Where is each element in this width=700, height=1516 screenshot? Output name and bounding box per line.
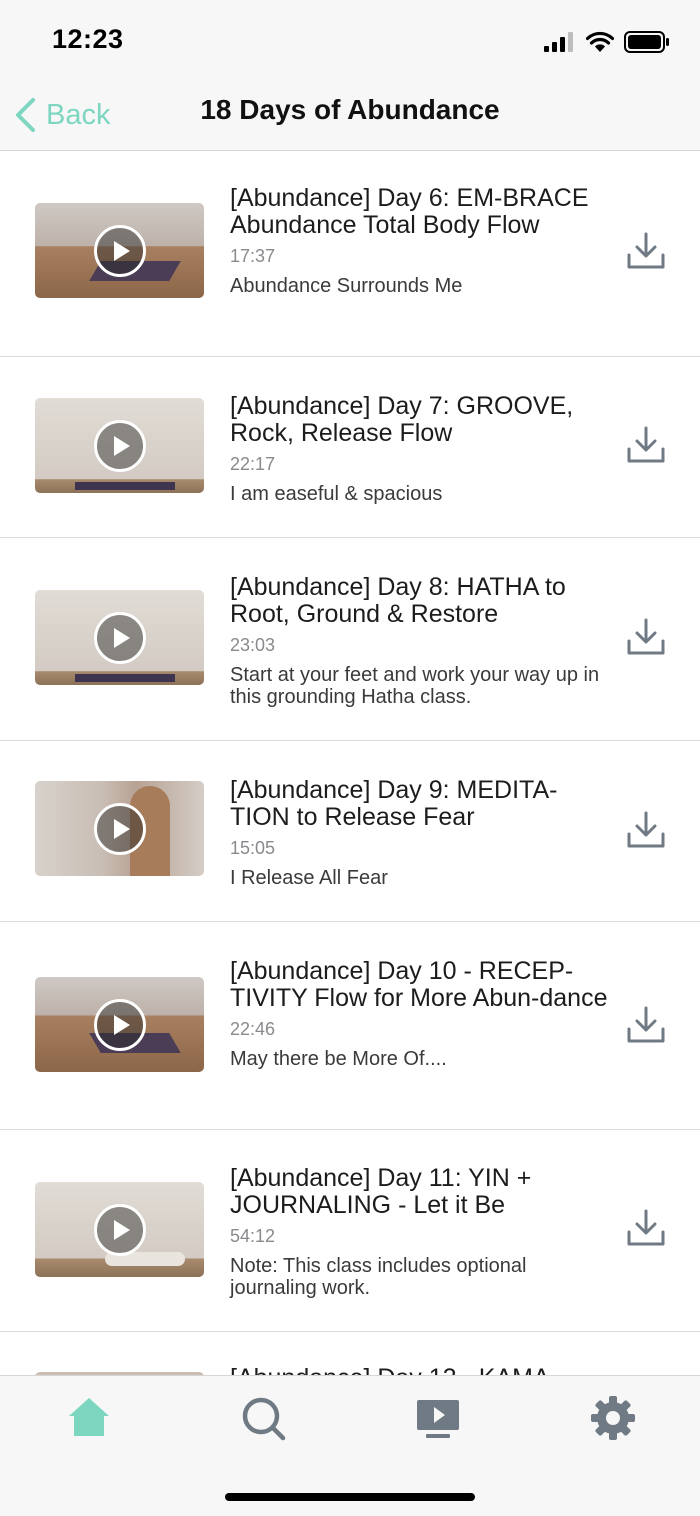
video-title: [Abundance] Day 9: MEDITA-TION to Releas… (230, 776, 558, 831)
download-icon[interactable] (626, 617, 666, 657)
video-title: [Abundance] Day 10 - RECEP-TIVITY Flow f… (230, 957, 608, 1012)
battery-icon (624, 31, 669, 53)
search-icon[interactable] (239, 1394, 287, 1442)
video-duration: 17:37 (230, 246, 276, 266)
download-icon[interactable] (626, 1208, 666, 1248)
list-item[interactable]: [Abundance] Day 7: GROOVE, Rock, Release… (0, 357, 700, 538)
video-duration: 22:17 (230, 454, 276, 474)
video-duration: 23:03 (230, 635, 276, 655)
play-icon[interactable] (94, 999, 146, 1051)
list-item[interactable]: [Abundance] Day 6: EM-BRACE Abundance To… (0, 151, 700, 357)
video-description: I Release All Fear (230, 867, 388, 889)
list-item[interactable]: [Abundance] Day 8: HATHA to Root, Ground… (0, 538, 700, 741)
video-thumbnail[interactable] (35, 977, 204, 1072)
video-library-icon[interactable] (414, 1394, 462, 1442)
download-icon[interactable] (626, 425, 666, 465)
home-indicator (225, 1493, 475, 1501)
download-icon[interactable] (626, 231, 666, 271)
play-icon[interactable] (94, 225, 146, 277)
status-icons (544, 30, 670, 54)
video-info: [Abundance] Day 7: GROOVE, Rock, Release… (230, 392, 608, 506)
video-title: [Abundance] Day 8: HATHA to Root, Ground… (230, 573, 566, 628)
video-thumbnail[interactable] (35, 203, 204, 298)
download-icon[interactable] (626, 1005, 666, 1045)
video-description: May there be More Of.... (230, 1048, 447, 1070)
video-title: [Abundance] Day 6: EM-BRACE Abundance To… (230, 184, 589, 239)
video-list: [Abundance] Day 6: EM-BRACE Abundance To… (0, 151, 700, 1375)
video-title: [Abundance] Day 7: GROOVE, Rock, Release… (230, 392, 574, 447)
video-info: [Abundance] Day 11: YIN + JOURNALING - L… (230, 1164, 608, 1300)
video-description: Abundance Surrounds Me (230, 275, 463, 297)
video-description: I am easeful & spacious (230, 483, 443, 505)
list-item[interactable]: [Abundance] Day 11: YIN + JOURNALING - L… (0, 1130, 700, 1332)
cellular-signal-icon (544, 32, 573, 52)
play-icon[interactable] (94, 612, 146, 664)
video-thumbnail[interactable] (35, 398, 204, 493)
home-icon[interactable] (65, 1394, 113, 1442)
video-title: [Abundance] Day 12 - KAMA (230, 1365, 608, 1376)
video-thumbnail[interactable] (35, 1182, 204, 1277)
navigation-bar: Back 18 Days of Abundance (0, 80, 700, 151)
list-item[interactable]: [Abundance] Day 12 - KAMA (0, 1332, 700, 1375)
video-duration: 54:12 (230, 1226, 276, 1246)
video-title: [Abundance] Day 11: YIN + JOURNALING - L… (230, 1164, 532, 1219)
play-icon[interactable] (94, 1204, 146, 1256)
video-duration: 15:05 (230, 838, 276, 858)
settings-icon[interactable] (589, 1394, 637, 1442)
video-info: [Abundance] Day 8: HATHA to Root, Ground… (230, 573, 608, 709)
list-item[interactable]: [Abundance] Day 9: MEDITA-TION to Releas… (0, 741, 700, 922)
video-description: Note: This class includes optional journ… (230, 1255, 527, 1299)
video-info: [Abundance] Day 12 - KAMA (230, 1365, 608, 1376)
list-item[interactable]: [Abundance] Day 10 - RECEP-TIVITY Flow f… (0, 922, 700, 1130)
video-info: [Abundance] Day 6: EM-BRACE Abundance To… (230, 184, 608, 298)
video-thumbnail[interactable] (35, 781, 204, 876)
video-description: Start at your feet and work your way up … (230, 664, 600, 708)
play-icon[interactable] (94, 420, 146, 472)
wifi-icon (586, 31, 614, 52)
download-icon[interactable] (626, 810, 666, 850)
play-icon[interactable] (94, 803, 146, 855)
video-info: [Abundance] Day 10 - RECEP-TIVITY Flow f… (230, 957, 608, 1071)
status-bar: 12:23 (0, 0, 700, 80)
page-title: 18 Days of Abundance (200, 94, 500, 125)
video-duration: 22:46 (230, 1019, 276, 1039)
video-thumbnail[interactable] (35, 590, 204, 685)
video-info: [Abundance] Day 9: MEDITA-TION to Releas… (230, 776, 608, 890)
status-time: 12:23 (52, 24, 124, 54)
